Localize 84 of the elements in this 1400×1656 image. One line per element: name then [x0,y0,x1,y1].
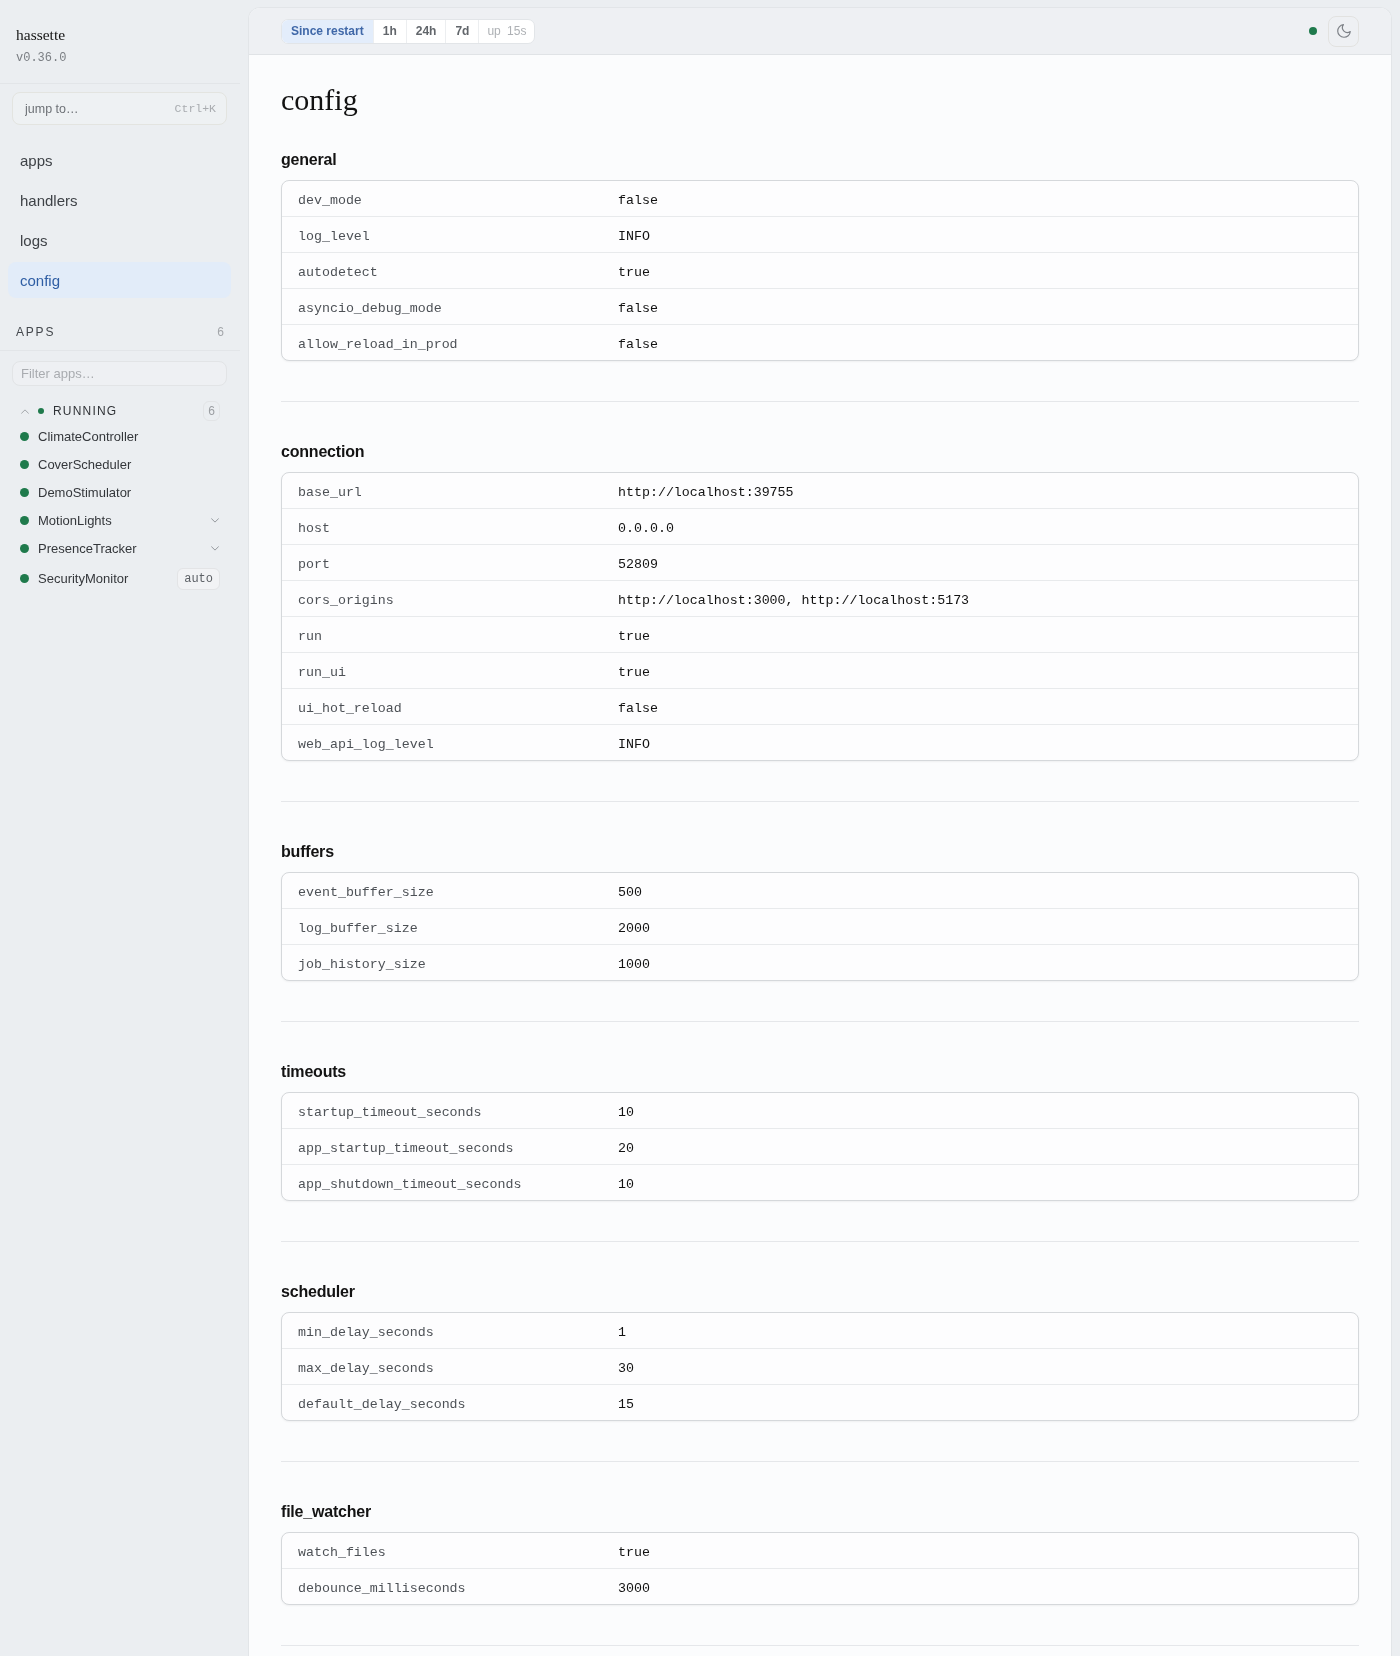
config-key: startup_timeout_seconds [298,1104,482,1120]
config-key: ui_hot_reload [298,700,402,716]
config-key: min_delay_seconds [298,1324,434,1340]
time-range-tab[interactable]: 1h [373,19,407,43]
group-label[interactable]: RUNNING [53,404,118,418]
app-list-item[interactable]: PresenceTracker [20,540,137,556]
config-value: true [618,664,650,680]
config-key: app_shutdown_timeout_seconds [298,1176,522,1192]
section-heading: scheduler [281,1282,356,1302]
config-value: 10 [618,1104,634,1120]
config-value: true [618,264,650,280]
app-list-item[interactable]: SecurityMonitor [20,571,129,586]
config-key: dev_mode [298,192,362,208]
section-label: APPS [16,324,56,340]
theme-toggle-button[interactable] [1328,15,1359,47]
nav-item[interactable]: apps [8,142,231,178]
config-key: watch_files [298,1544,386,1560]
app-name: hassette [16,25,66,45]
mode-badge: auto [177,567,220,590]
config-value: 1000 [618,956,650,972]
config-key: base_url [298,484,362,500]
config-key: log_level [298,228,370,244]
config-key: port [298,556,330,572]
config-key: web_api_log_level [298,736,434,752]
chevron-up-icon[interactable] [21,408,29,414]
config-value: 2000 [618,920,650,936]
uptime-label: up 15s [486,23,528,40]
time-range-tab[interactable]: 24h [406,19,447,43]
version-label: v0.36.0 [16,50,67,66]
config-key: run [298,628,322,644]
config-key: autodetect [298,264,378,280]
time-range-tab[interactable]: 7d [446,19,480,43]
app-count: 6 [217,324,224,340]
section-heading: timeouts [281,1062,348,1082]
section-heading: file_watcher [281,1502,373,1522]
nav-item[interactable]: handlers [8,182,231,218]
config-value: false [618,192,658,208]
page-title: config [281,82,358,118]
app-list-item[interactable]: MotionLights [20,512,112,528]
config-value: 52809 [618,556,658,572]
config-value: INFO [618,736,650,752]
config-value: false [618,700,658,716]
count-badge: 6 [203,401,220,421]
config-key: default_delay_seconds [298,1396,466,1412]
nav-item[interactable]: config [8,262,231,298]
config-value: http://localhost:3000, http://localhost:5173 [618,592,970,608]
config-value: true [618,628,650,644]
config-key: allow_reload_in_prod [298,336,458,352]
config-value: 1 [618,1324,626,1340]
moon-icon [1336,24,1351,38]
config-value: 3000 [618,1580,650,1596]
app-list-item[interactable]: ClimateController [20,428,139,444]
time-range-tab[interactable]: Since restart [282,19,374,43]
config-key: cors_origins [298,592,394,608]
config-key: log_buffer_size [298,920,418,936]
config-value: 10 [618,1176,634,1192]
config-key: app_startup_timeout_seconds [298,1140,514,1156]
config-key: event_buffer_size [298,884,434,900]
config-value: false [618,336,658,352]
config-key: debounce_milliseconds [298,1580,466,1596]
config-value: INFO [618,228,650,244]
config-value: http://localhost:39755 [618,484,794,500]
config-value: 20 [618,1140,634,1156]
section-heading: general [281,150,338,170]
app-list-item[interactable]: CoverScheduler [20,456,132,472]
config-key: host [298,520,330,536]
config-value: false [618,300,658,316]
config-value: 15 [618,1396,634,1412]
config-key: asyncio_debug_mode [298,300,442,316]
nav-item[interactable]: logs [8,222,231,258]
chevron-down-icon[interactable] [211,545,219,551]
section-heading: buffers [281,842,335,862]
chevron-down-icon[interactable] [211,517,219,523]
config-key: run_ui [298,664,346,680]
config-key: max_delay_seconds [298,1360,434,1376]
config-value: true [618,1544,650,1560]
section-heading: connection [281,442,366,462]
config-value: 500 [618,884,642,900]
filter-apps-field[interactable]: Filter apps… [12,361,227,386]
config-value: 30 [618,1360,634,1376]
shortcut-hint: Ctrl+K [174,101,216,116]
config-key: job_history_size [298,956,426,972]
app-list-item[interactable]: DemoStimulator [20,484,132,500]
config-value: 0.0.0.0 [618,520,674,536]
